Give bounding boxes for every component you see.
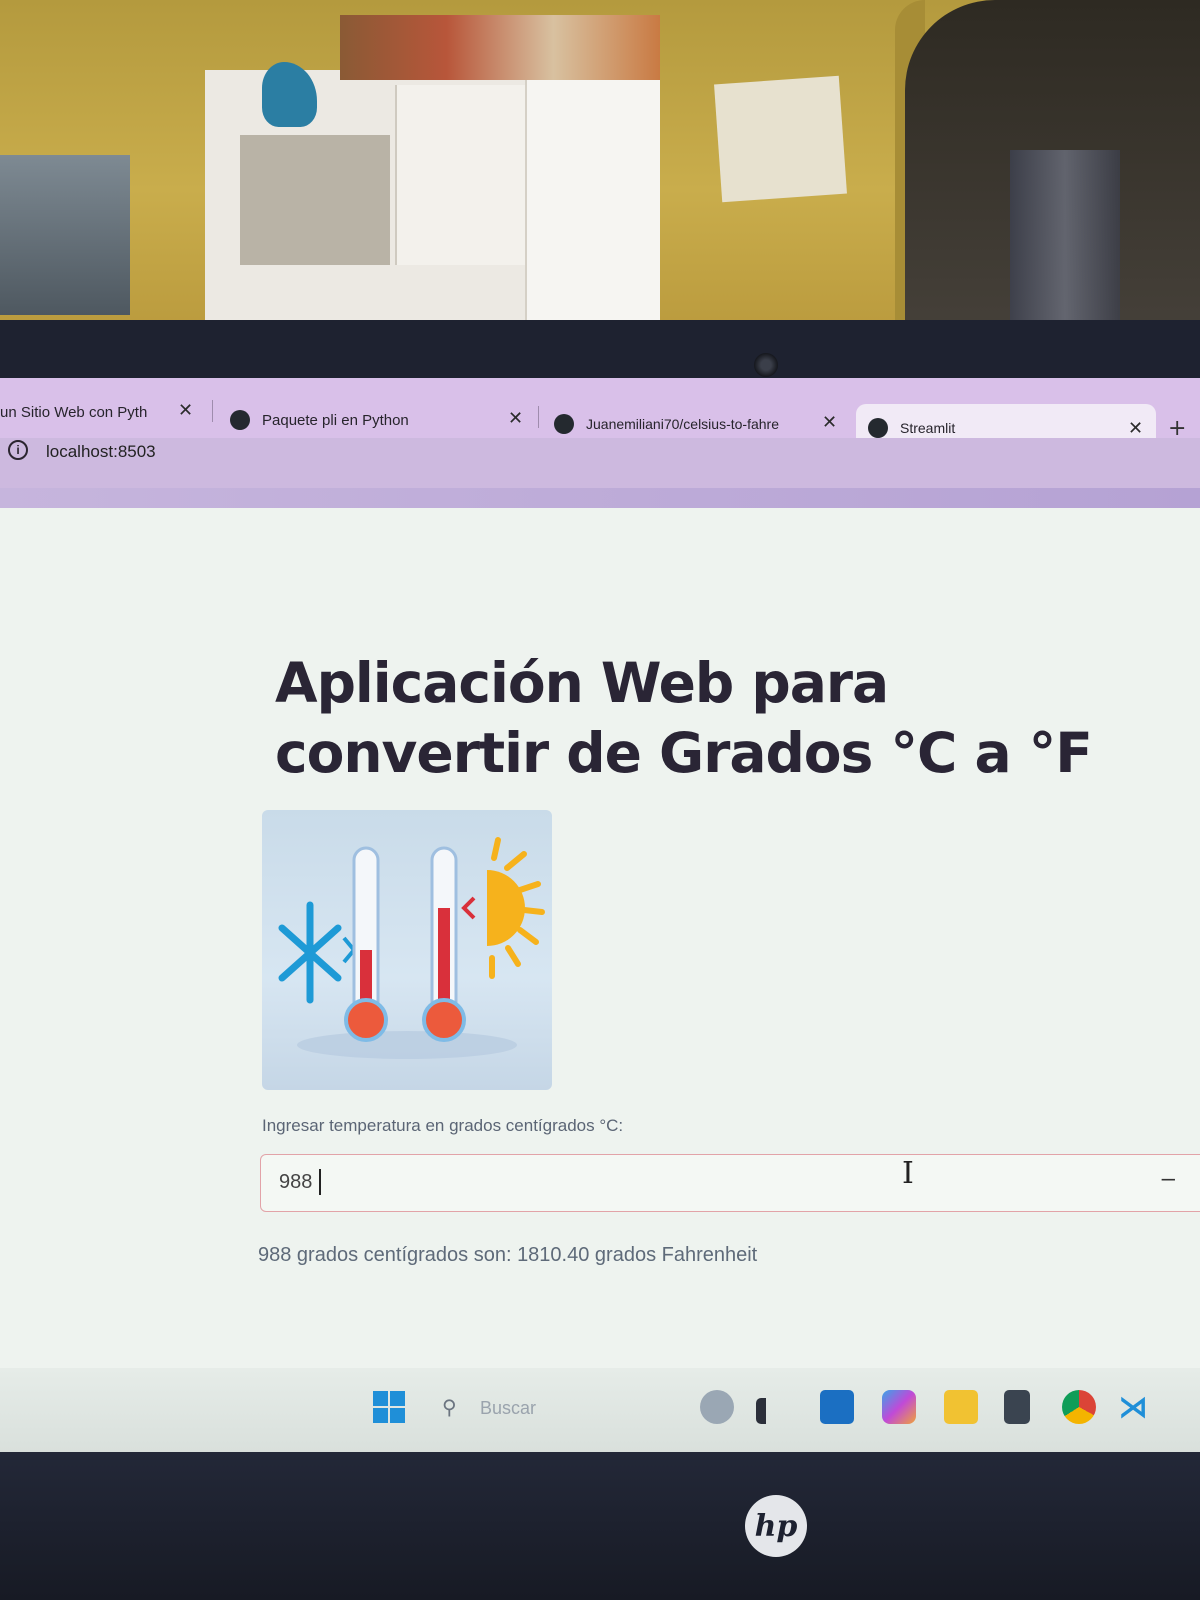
laptop-bezel-bottom [0, 1452, 1200, 1600]
close-tab-icon[interactable]: ✕ [178, 400, 193, 421]
laptop-bezel-top [0, 320, 1200, 378]
room-background [0, 0, 1200, 345]
app-icon[interactable] [882, 1390, 916, 1424]
snowflake-icon [278, 901, 342, 1004]
windows-logo-graphic [373, 1391, 405, 1423]
tab-sitio-web[interactable]: un Sitio Web con Pyth ✕ [0, 388, 200, 436]
github-icon [554, 414, 574, 434]
thermometer-illustration [262, 810, 552, 1090]
shelf-cabinet [395, 85, 525, 265]
shelf-tall-cabinet [525, 70, 660, 345]
text-caret [319, 1169, 321, 1195]
hp-logo: hp [745, 1495, 807, 1557]
decrement-button[interactable]: – [1162, 1165, 1175, 1193]
hanging-clothes [1010, 150, 1120, 320]
copilot-icon[interactable] [700, 1390, 734, 1424]
thermometer-graphic [278, 837, 545, 1059]
streamlit-icon [868, 418, 888, 438]
tab-separator [212, 400, 213, 422]
site-info-icon[interactable]: i [8, 440, 28, 460]
chrome-icon[interactable] [1062, 1390, 1096, 1424]
widgets-icon[interactable] [756, 1398, 790, 1424]
search-placeholder: Buscar [480, 1398, 537, 1418]
laptop-screen: un Sitio Web con Pyth ✕ Paquete pli en P… [0, 378, 1200, 1452]
tab-label: Paquete pli en Python [262, 411, 409, 429]
address-bar[interactable] [0, 438, 1200, 488]
tab-label: Streamlit [900, 420, 956, 436]
windows-start-icon[interactable] [372, 1390, 406, 1424]
page-title: Aplicación Web para convertir de Grados … [275, 651, 1093, 785]
close-tab-icon[interactable]: ✕ [1128, 418, 1143, 439]
tab-label: Juanemiliani70/celsius-to-fahre [586, 416, 779, 432]
wall-painting [0, 155, 130, 315]
mouse-ibeam-cursor-icon: I [902, 1156, 914, 1191]
tab-paquete-pli[interactable]: Paquete pli en Python ✕ [230, 396, 530, 444]
url-text[interactable]: localhost:8503 [46, 442, 156, 462]
openai-icon [230, 410, 250, 430]
temperature-value[interactable]: 988 [279, 1171, 312, 1194]
tab-separator [538, 406, 539, 428]
conversion-result: 988 grados centígrados son: 1810.40 grad… [258, 1244, 758, 1266]
close-tab-icon[interactable]: ✕ [508, 408, 523, 429]
webcam-icon [754, 353, 778, 377]
sun-icon [487, 837, 545, 979]
input-label: Ingresar temperatura en grados centígrad… [262, 1116, 624, 1135]
taskbar-search[interactable]: ⚲ Buscar [436, 1392, 636, 1426]
close-tab-icon[interactable]: ✕ [822, 412, 837, 433]
temperature-input[interactable]: 988 – [260, 1154, 1200, 1212]
tab-label: un Sitio Web con Pyth [0, 403, 148, 421]
framed-picture [714, 75, 847, 203]
calculator-icon[interactable] [1004, 1390, 1030, 1424]
vscode-icon[interactable]: ⋊ [1118, 1390, 1152, 1425]
store-icon[interactable] [820, 1390, 854, 1424]
browser-toolbar-band [0, 488, 1200, 508]
board-game-boxes [340, 15, 660, 80]
shelf-interior [240, 135, 390, 265]
search-icon: ⚲ [442, 1397, 457, 1419]
file-explorer-icon[interactable] [944, 1390, 978, 1424]
